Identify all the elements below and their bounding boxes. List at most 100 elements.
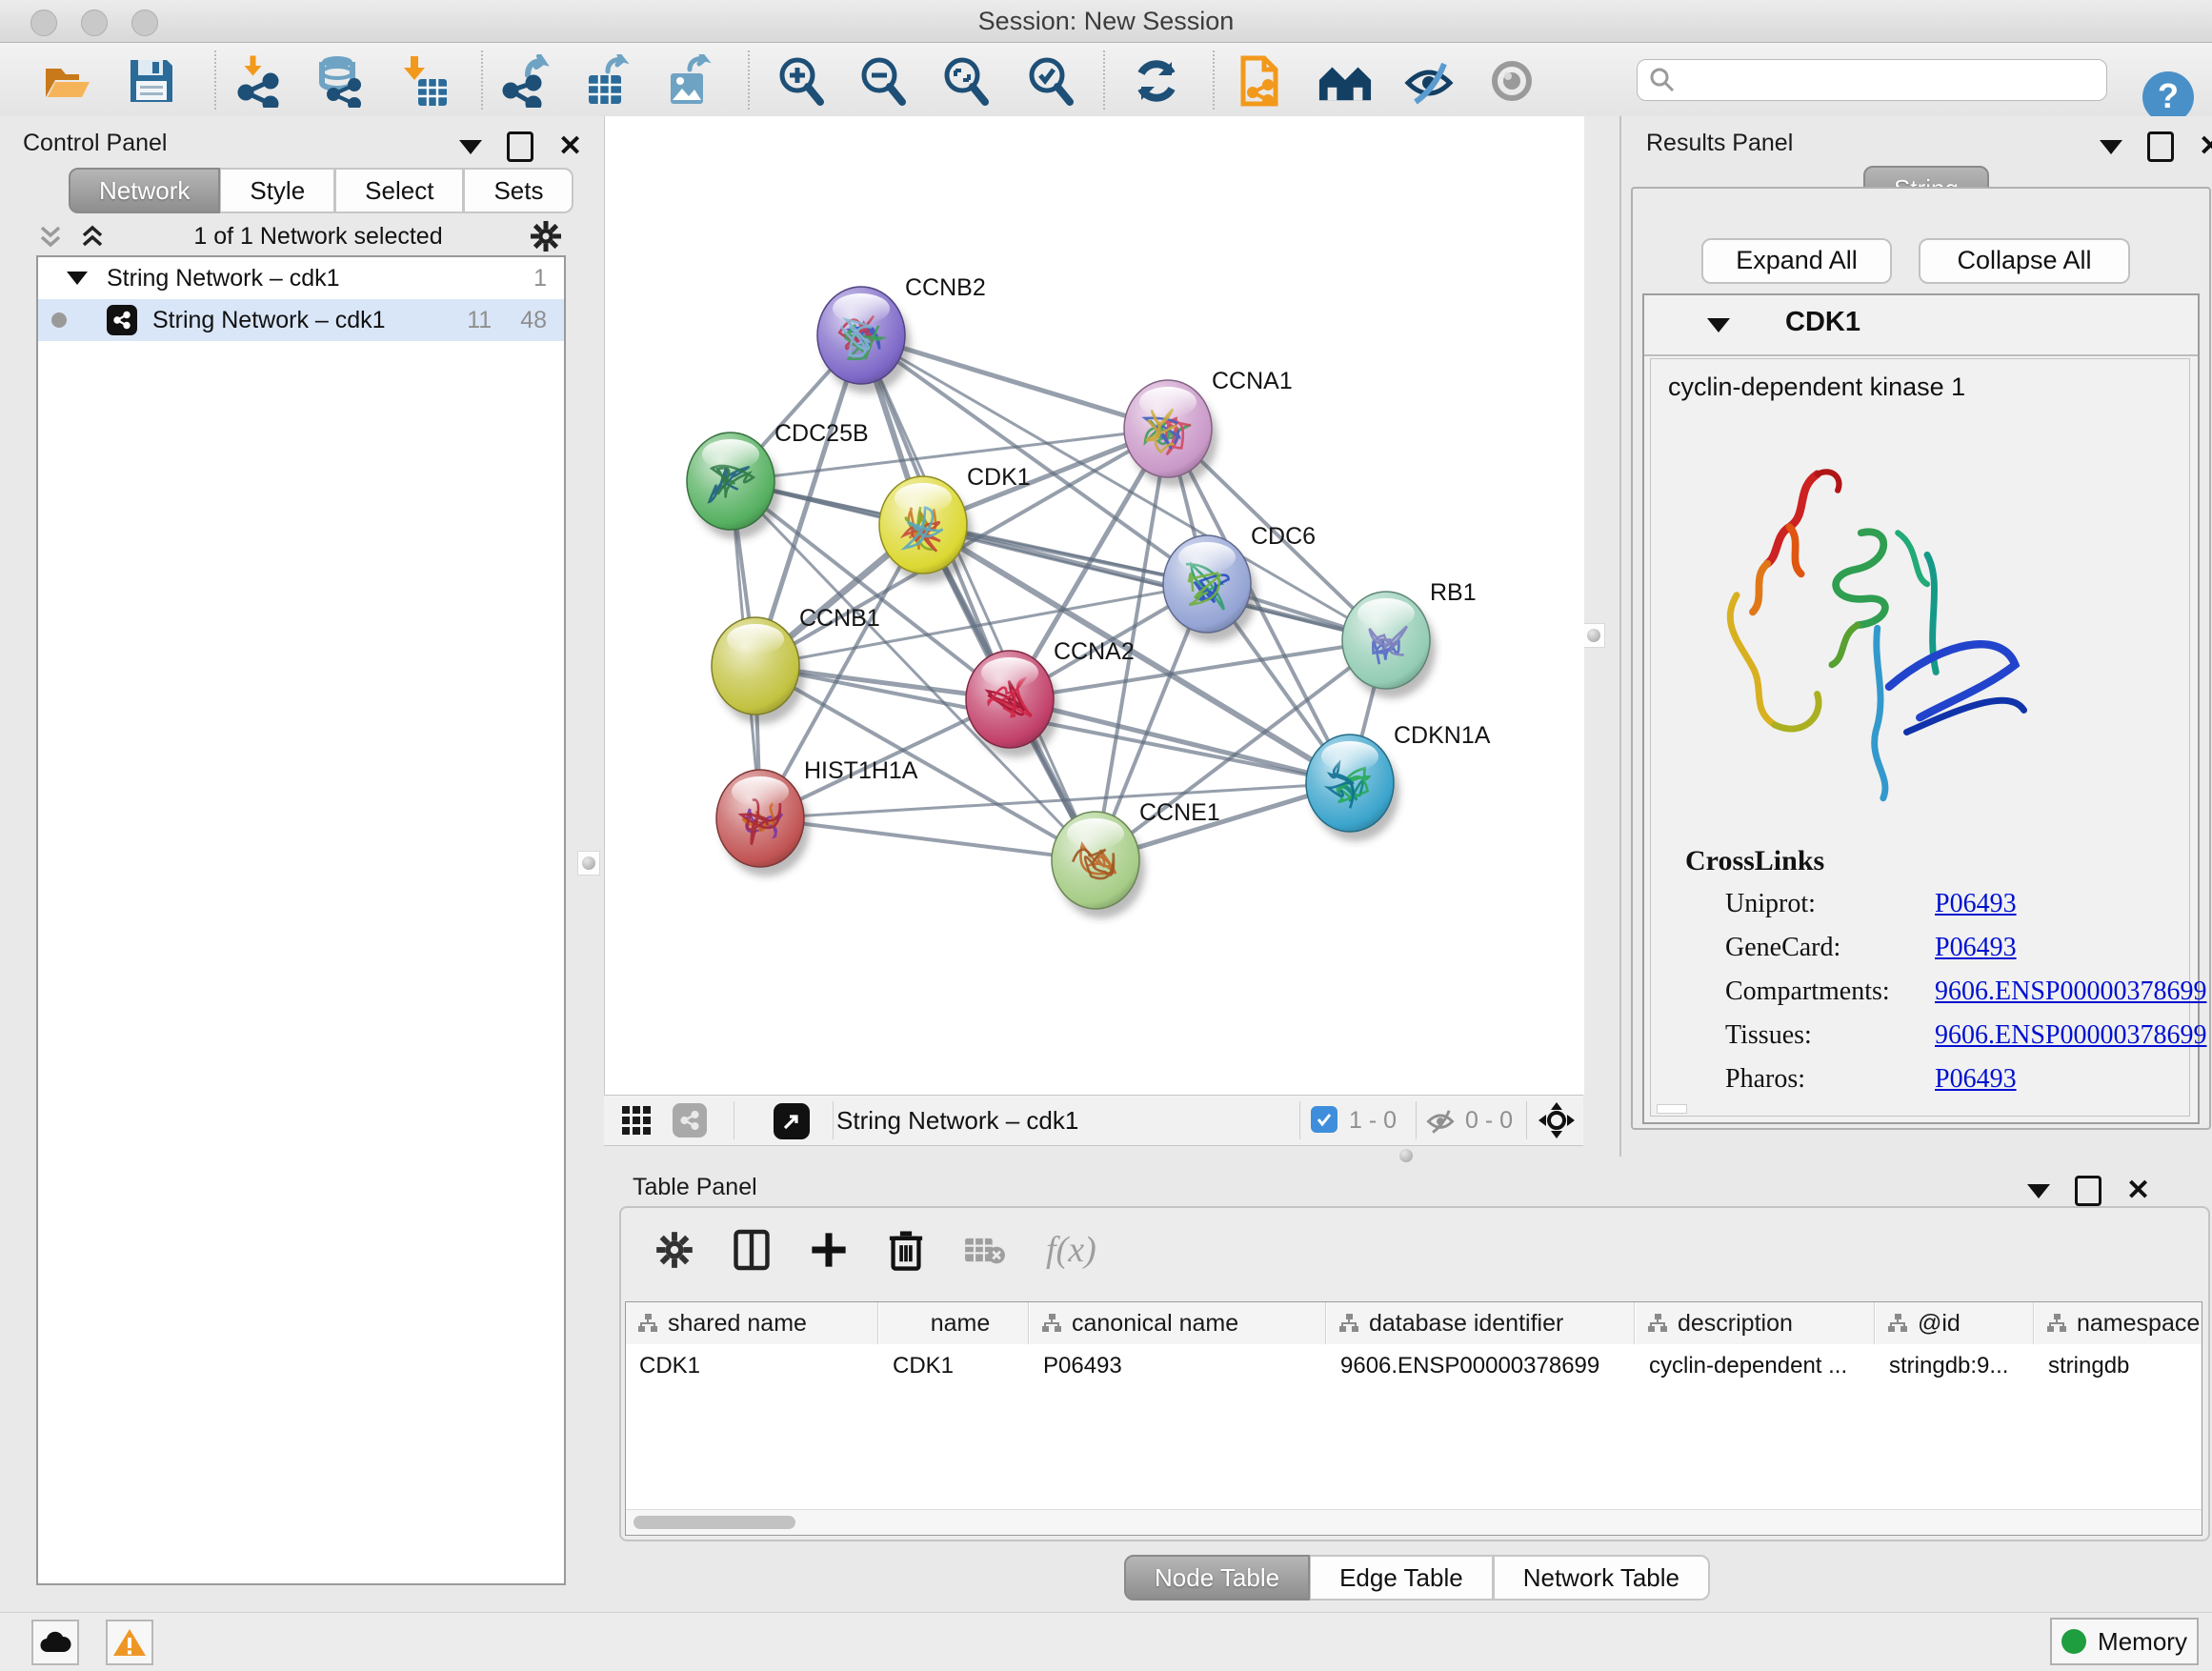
function-builder-icon-disabled[interactable]: f(x) <box>1046 1229 1096 1271</box>
panel-close-button[interactable]: ✕ <box>2126 1178 2150 1203</box>
memory-button[interactable]: Memory <box>2050 1618 2199 1665</box>
column-header-database-identifier[interactable]: database identifier <box>1327 1302 1635 1344</box>
add-column-icon[interactable] <box>810 1231 848 1269</box>
export-network-button[interactable] <box>498 53 553 109</box>
node-HIST1H1A[interactable]: HIST1H1A <box>716 757 918 876</box>
panel-float-button[interactable] <box>507 131 533 162</box>
network-row[interactable]: String Network – cdk1 11 48 <box>38 299 564 341</box>
network-collection-row[interactable]: String Network – cdk1 1 <box>38 257 564 299</box>
zoom-in-button[interactable] <box>774 53 829 109</box>
cell-database-identifier[interactable]: 9606.ENSP00000378699 <box>1327 1346 1635 1386</box>
cell-namespace[interactable]: stringdb <box>2035 1346 2202 1386</box>
control-tab-network[interactable]: Network <box>69 168 220 213</box>
show-selected-button[interactable] <box>1484 53 1539 109</box>
collapse-all-button[interactable]: Collapse All <box>1919 238 2130 284</box>
column-header-description[interactable]: description <box>1636 1302 1875 1344</box>
crosslink-link[interactable]: 9606.ENSP00000378699 <box>1935 1020 2206 1051</box>
panel-menu-caret[interactable] <box>2027 1184 2050 1198</box>
column-header-canonical-name[interactable]: canonical name <box>1030 1302 1326 1344</box>
left-splitter-handle[interactable] <box>577 851 600 876</box>
column-header-label: database identifier <box>1369 1310 1563 1338</box>
results-scrollbar-thumb[interactable] <box>1657 1104 1687 1114</box>
delete-table-icon-disabled[interactable] <box>964 1234 1006 1266</box>
node-CDKN1A[interactable]: CDKN1A <box>1306 722 1491 841</box>
expand-all-button[interactable]: Expand All <box>1701 238 1892 284</box>
panel-float-button[interactable] <box>2075 1176 2101 1206</box>
horizontal-scrollbar-thumb[interactable] <box>633 1516 795 1529</box>
panel-close-button[interactable]: ✕ <box>2199 134 2212 159</box>
tree-expand-caret[interactable] <box>67 272 88 285</box>
show-columns-icon[interactable] <box>734 1229 770 1271</box>
delete-column-icon[interactable] <box>888 1229 924 1271</box>
grid-view-button[interactable] <box>621 1105 652 1140</box>
zoom-out-button[interactable] <box>855 53 911 109</box>
table-tab-network-table[interactable]: Network Table <box>1494 1555 1710 1601</box>
show-all-button[interactable] <box>1317 53 1373 109</box>
column-header-@id[interactable]: @id <box>1876 1302 2034 1344</box>
gear-icon[interactable] <box>530 220 562 252</box>
cell-shared-name[interactable]: CDK1 <box>626 1346 878 1386</box>
save-session-button[interactable] <box>124 53 179 109</box>
network-svg[interactable]: CCNB2CCNA1CDC25BCDK1CDC6RB1CCNB1CCNA2CDK… <box>605 116 1584 1095</box>
table-settings-gear-icon[interactable] <box>655 1231 694 1269</box>
node-CCNB1[interactable]: CCNB1 <box>712 605 880 724</box>
open-in-window-button[interactable] <box>774 1103 810 1139</box>
import-network-file-button[interactable] <box>231 53 287 109</box>
node-CCNA2[interactable]: CCNA2 <box>966 638 1135 757</box>
cell-description[interactable]: cyclin-dependent ... <box>1636 1346 1875 1386</box>
table-tab-edge-table[interactable]: Edge Table <box>1310 1555 1494 1601</box>
control-tab-style[interactable]: Style <box>220 168 335 213</box>
warnings-button[interactable] <box>106 1620 153 1665</box>
node-CDK1[interactable]: CDK1 <box>879 464 1031 583</box>
collapse-all-icon[interactable] <box>36 222 65 251</box>
crosslink-link[interactable]: P06493 <box>1935 1064 2017 1095</box>
crosslink-link[interactable]: P06493 <box>1935 889 2017 919</box>
crosslink-label: Compartments: <box>1725 976 1890 1007</box>
node-RB1[interactable]: RB1 <box>1342 579 1477 698</box>
section-collapse-caret[interactable] <box>1707 318 1730 332</box>
cloud-button[interactable] <box>31 1620 79 1665</box>
node-CCNE1[interactable]: CCNE1 <box>1052 799 1220 918</box>
control-tab-sets[interactable]: Sets <box>464 168 573 213</box>
selected-checkbox[interactable] <box>1311 1106 1337 1133</box>
column-header-shared-name[interactable]: shared name <box>626 1302 878 1344</box>
right-splitter-handle[interactable] <box>1582 623 1605 648</box>
crosslink-link[interactable]: P06493 <box>1935 933 2017 963</box>
control-tab-select[interactable]: Select <box>335 168 464 213</box>
node-CDC6[interactable]: CDC6 <box>1163 523 1316 642</box>
column-tree-icon <box>1338 1313 1359 1334</box>
annotations-button[interactable] <box>1233 53 1288 109</box>
table-tab-node-table[interactable]: Node Table <box>1124 1555 1310 1601</box>
column-header-namespace[interactable]: namespace <box>2035 1302 2202 1344</box>
node-CDC25B[interactable]: CDC25B <box>687 420 869 539</box>
export-table-button[interactable] <box>580 53 635 109</box>
panel-close-button[interactable]: ✕ <box>558 134 582 159</box>
refresh-button[interactable] <box>1129 53 1184 109</box>
column-header-name[interactable]: name <box>879 1302 1029 1344</box>
node-CCNB2[interactable]: CCNB2 <box>817 274 986 393</box>
panel-float-button[interactable] <box>2147 131 2174 162</box>
crosslink-link[interactable]: 9606.ENSP00000378699 <box>1935 976 2206 1007</box>
hide-selected-button[interactable] <box>1401 53 1457 109</box>
import-table-file-button[interactable] <box>396 53 452 109</box>
column-header-label: namespace <box>2077 1310 2200 1338</box>
network-canvas[interactable]: CCNB2CCNA1CDC25BCDK1CDC6RB1CCNB1CCNA2CDK… <box>604 116 1584 1095</box>
cell-name[interactable]: CDK1 <box>879 1346 1029 1386</box>
help-button[interactable]: ? <box>2142 71 2194 123</box>
import-network-database-button[interactable] <box>312 53 367 109</box>
horizontal-splitter-handle[interactable] <box>1397 1148 1416 1163</box>
open-session-button[interactable] <box>40 53 95 109</box>
expand-all-icon[interactable] <box>78 222 107 251</box>
zoom-fit-button[interactable] <box>938 53 994 109</box>
zoom-selected-button[interactable] <box>1023 53 1078 109</box>
search-input[interactable] <box>1637 59 2107 101</box>
panel-menu-caret[interactable] <box>2100 140 2122 154</box>
panel-menu-caret[interactable] <box>459 140 482 154</box>
cdk1-header-row[interactable]: CDK1 <box>1644 295 2198 356</box>
cell-canonical-name[interactable]: P06493 <box>1030 1346 1326 1386</box>
share-view-button[interactable] <box>673 1103 707 1137</box>
cell-@id[interactable]: stringdb:9... <box>1876 1346 2034 1386</box>
horizontal-scrollbar[interactable] <box>626 1509 2202 1535</box>
birds-eye-toggle[interactable] <box>1538 1101 1576 1139</box>
export-image-button[interactable] <box>662 53 717 109</box>
